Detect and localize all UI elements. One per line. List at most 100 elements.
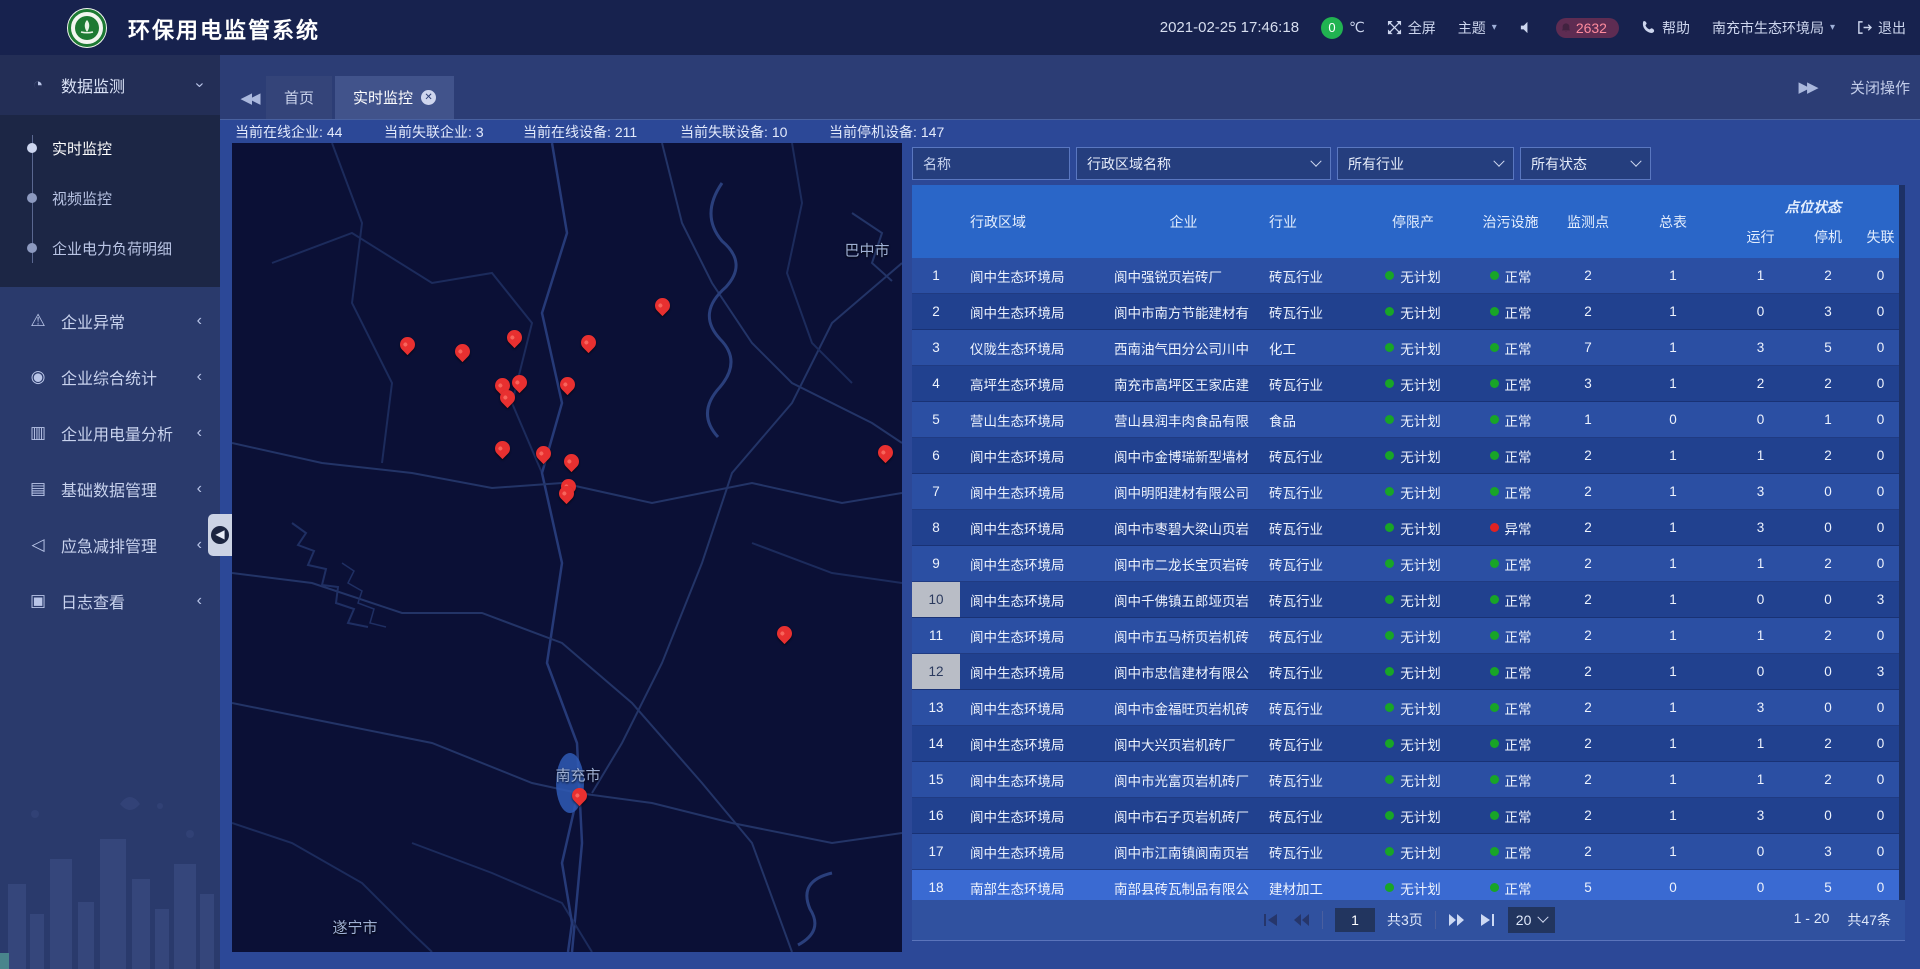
industry-filter-select[interactable]: 所有行业	[1337, 147, 1514, 180]
table-scrollbar-track[interactable]	[1899, 185, 1905, 941]
status-dot	[1490, 631, 1499, 640]
table-row[interactable]: 6 阆中生态环境局 阆中市金博瑞新型墙材 砖瓦行业 无计划 正常 2 1 1	[912, 438, 1905, 474]
org-dropdown[interactable]: 南充市生态环境局 ▾	[1712, 18, 1835, 38]
status-dot-green	[1385, 343, 1394, 352]
chevron-down-icon	[1538, 912, 1549, 923]
sidebar-item-label: 企业综合统计	[61, 365, 197, 389]
table-row[interactable]: 5 营山生态环境局 营山县润丰肉食品有限 食品 无计划 正常 1 0 0	[912, 402, 1905, 438]
total-pages-label: 共3页	[1387, 910, 1423, 930]
row-production-limit: 无计划	[1358, 330, 1468, 365]
sidebar-item[interactable]: ▥ 企业用电量分析 ‹	[0, 405, 220, 461]
name-filter-input[interactable]	[923, 156, 1059, 172]
row-disconnected-count: 0	[1858, 330, 1903, 365]
prev-page-button[interactable]	[1292, 912, 1310, 928]
filter-bar: 行政区域名称 所有行业 所有状态	[912, 147, 1651, 180]
row-pollution-facility: 正常	[1468, 726, 1553, 761]
row-production-limit: 无计划	[1358, 654, 1468, 689]
row-enterprise: 阆中市江南镇阆南页岩	[1098, 834, 1253, 869]
submenu-item[interactable]: 企业电力负荷明细	[0, 223, 220, 273]
row-industry: 化工	[1253, 330, 1358, 365]
table-row[interactable]: 2 阆中生态环境局 阆中市南方节能建材有 砖瓦行业 无计划 正常 2 1 0	[912, 294, 1905, 330]
submenu-item[interactable]: 视频监控	[0, 173, 220, 223]
sidebar-item[interactable]: ▣ 日志查看 ‹	[0, 573, 220, 629]
sidebar-item[interactable]: ⚠ 企业异常 ‹	[0, 293, 220, 349]
status-dot-green	[1385, 811, 1394, 820]
stat-item: 当前失联设备:10	[680, 122, 787, 142]
page-number-input[interactable]: 1	[1335, 908, 1375, 932]
row-region: 阆中生态环境局	[960, 438, 1098, 473]
table-row[interactable]: 8 阆中生态环境局 阆中市枣碧大梁山页岩 砖瓦行业 无计划 异常 2 1 3	[912, 510, 1905, 546]
next-page-button[interactable]	[1448, 912, 1466, 928]
row-disconnected-count: 0	[1858, 870, 1903, 900]
tabs-scroll-left-button[interactable]: ◀◀	[232, 76, 266, 119]
status-dot	[1490, 847, 1499, 856]
help-button[interactable]: 帮助	[1641, 18, 1690, 38]
submenu-item-label: 企业电力负荷明细	[52, 238, 172, 259]
row-running-count: 1	[1723, 546, 1798, 581]
app-logo	[66, 7, 108, 49]
tabs-scroll-right-button[interactable]: ▶▶	[1790, 66, 1824, 109]
row-monitor-points: 2	[1553, 762, 1623, 797]
table-row[interactable]: 3 仪陇生态环境局 西南油气田分公司川中 化工 无计划 正常 7 1 3	[912, 330, 1905, 366]
table-body: 1 阆中生态环境局 阆中强锐页岩砖厂 砖瓦行业 无计划 正常 2 1 1	[912, 258, 1905, 900]
close-operations-button[interactable]: 关闭操作	[1850, 77, 1910, 98]
table-row[interactable]: 9 阆中生态环境局 阆中市二龙长宝页岩砖 砖瓦行业 无计划 正常 2 1 1	[912, 546, 1905, 582]
stat-label: 当前失联设备:	[680, 124, 768, 140]
row-region: 阆中生态环境局	[960, 834, 1098, 869]
page-size-select[interactable]: 20	[1508, 907, 1556, 933]
sidebar-item[interactable]: ◁ 应急减排管理 ‹	[0, 517, 220, 573]
row-region: 阆中生态环境局	[960, 510, 1098, 545]
row-disconnected-count: 0	[1858, 510, 1903, 545]
table-row[interactable]: 7 阆中生态环境局 阆中明阳建材有限公司 砖瓦行业 无计划 正常 2 1 3	[912, 474, 1905, 510]
table-row[interactable]: 14 阆中生态环境局 阆中大兴页岩机砖厂 砖瓦行业 无计划 正常 2 1 1	[912, 726, 1905, 762]
col-header-enterprise: 企业	[1098, 185, 1253, 258]
tab-home[interactable]: 首页	[266, 76, 332, 119]
table-row[interactable]: 12 阆中生态环境局 阆中市忠信建材有限公 砖瓦行业 无计划 正常 2 1 0	[912, 654, 1905, 690]
page-title: 环保用电监管系统	[128, 13, 320, 45]
row-industry: 砖瓦行业	[1253, 798, 1358, 833]
row-enterprise: 西南油气田分公司川中	[1098, 330, 1253, 365]
fullscreen-button[interactable]: 全屏	[1387, 18, 1436, 38]
region-filter-select[interactable]: 行政区域名称	[1076, 147, 1331, 180]
city-label: 巴中市	[844, 240, 889, 261]
first-page-button[interactable]	[1262, 912, 1280, 928]
map-panel[interactable]: 巴中市南充市遂宁市	[232, 143, 902, 952]
logout-button[interactable]: 退出	[1857, 18, 1906, 38]
table-row[interactable]: 11 阆中生态环境局 阆中市五马桥页岩机砖 砖瓦行业 无计划 正常 2 1 1	[912, 618, 1905, 654]
row-disconnected-count: 0	[1858, 258, 1903, 293]
col-header-region: 行政区域	[960, 185, 1098, 258]
table-row[interactable]: 13 阆中生态环境局 阆中市金福旺页岩机砖 砖瓦行业 无计划 正常 2 1 3	[912, 690, 1905, 726]
row-disconnected-count: 0	[1858, 474, 1903, 509]
row-region: 阆中生态环境局	[960, 582, 1098, 617]
row-stopped-count: 0	[1798, 510, 1858, 545]
last-page-button[interactable]	[1478, 912, 1496, 928]
speaker-icon[interactable]	[1519, 20, 1534, 35]
row-enterprise: 阆中强锐页岩砖厂	[1098, 258, 1253, 293]
notification-count[interactable]: 2632	[1556, 18, 1619, 38]
tab-realtime-monitoring[interactable]: 实时监控 ✕	[335, 76, 454, 119]
chevron-left-icon: ‹	[197, 592, 202, 610]
tab-label: 首页	[284, 87, 314, 108]
table-row[interactable]: 17 阆中生态环境局 阆中市江南镇阆南页岩 砖瓦行业 无计划 正常 2 1 0	[912, 834, 1905, 870]
name-filter-field[interactable]	[912, 147, 1070, 180]
sidebar-item[interactable]: ▤ 基础数据管理 ‹	[0, 461, 220, 517]
row-running-count: 3	[1723, 798, 1798, 833]
table-row[interactable]: 4 高坪生态环境局 南充市高坪区王家店建 砖瓦行业 无计划 正常 3 1 2	[912, 366, 1905, 402]
table-row[interactable]: 15 阆中生态环境局 阆中市光富页岩机砖厂 砖瓦行业 无计划 正常 2 1 1	[912, 762, 1905, 798]
theme-dropdown[interactable]: 主题 ▾	[1458, 18, 1497, 38]
table-row[interactable]: 10 阆中生态环境局 阆中千佛镇五郎垭页岩 砖瓦行业 无计划 正常 2 1 0	[912, 582, 1905, 618]
logout-label: 退出	[1878, 18, 1906, 38]
row-pollution-facility: 正常	[1468, 258, 1553, 293]
row-stopped-count: 0	[1798, 798, 1858, 833]
sidebar-collapse-handle[interactable]: ◀	[208, 514, 232, 556]
table-row[interactable]: 1 阆中生态环境局 阆中强锐页岩砖厂 砖瓦行业 无计划 正常 2 1 1	[912, 258, 1905, 294]
sidebar-item-data-monitoring[interactable]: ◔ 数据监测 ‹	[0, 55, 220, 115]
status-filter-select[interactable]: 所有状态	[1520, 147, 1651, 180]
table-row[interactable]: 16 阆中生态环境局 阆中市石子页岩机砖厂 砖瓦行业 无计划 正常 2 1 3	[912, 798, 1905, 834]
row-production-limit: 无计划	[1358, 438, 1468, 473]
submenu-item[interactable]: 实时监控	[0, 123, 220, 173]
col-header-production-limit: 停限产	[1358, 185, 1468, 258]
table-row[interactable]: 18 南部生态环境局 南部县砖瓦制品有限公 建材加工 无计划 正常 5 0 0	[912, 870, 1905, 900]
sidebar-item[interactable]: ◉ 企业综合统计 ‹	[0, 349, 220, 405]
tab-close-icon[interactable]: ✕	[421, 90, 436, 105]
